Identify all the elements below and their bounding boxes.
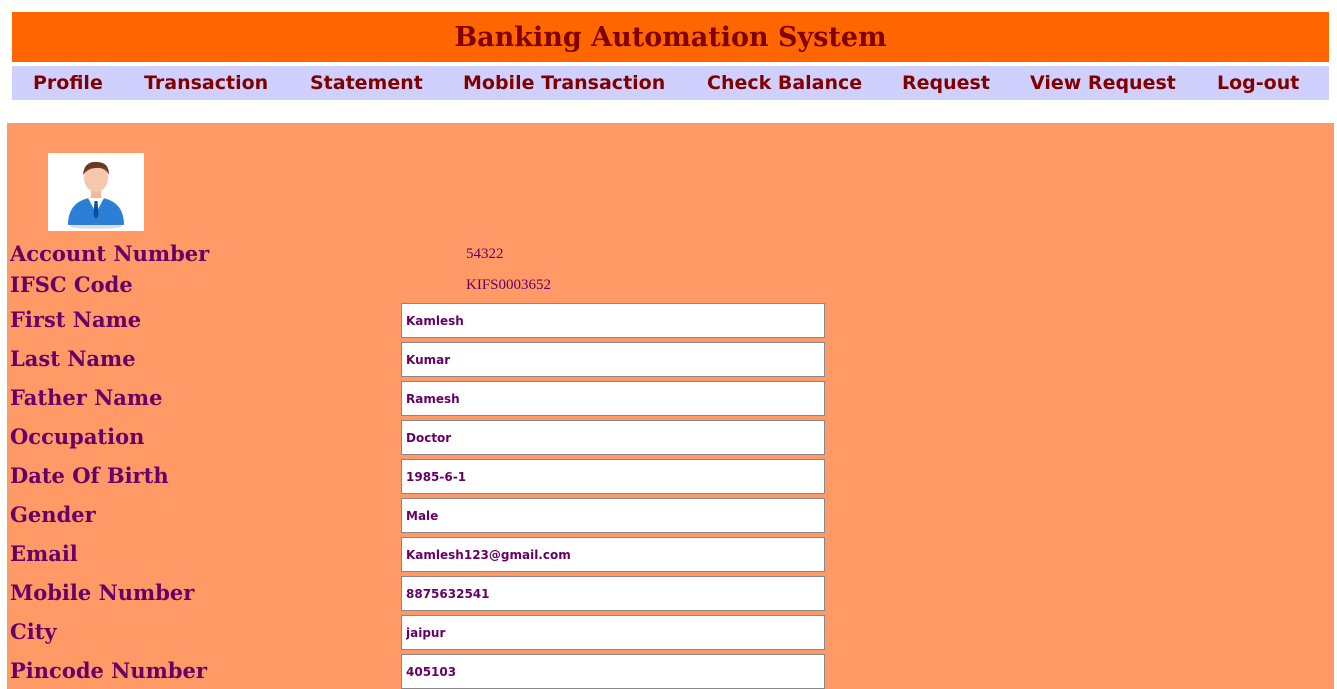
nav-item-statement[interactable]: Statement — [310, 66, 423, 100]
gender-label: Gender — [10, 502, 96, 527]
email-label: Email — [10, 541, 78, 566]
mobile-number-field[interactable] — [401, 576, 825, 611]
date-of-birth-field[interactable] — [401, 459, 825, 494]
nav-item-mobile-transaction[interactable]: Mobile Transaction — [463, 66, 665, 100]
pincode-number-label: Pincode Number — [10, 658, 207, 683]
account-number-value: 54322 — [466, 246, 504, 262]
first-name-label: First Name — [10, 307, 142, 332]
profile-panel: Account Number 54322 IFSC Code KIFS00036… — [7, 123, 1334, 689]
nav-item-view-request[interactable]: View Request — [1030, 66, 1176, 100]
date-of-birth-label: Date Of Birth — [10, 463, 169, 488]
gender-field[interactable] — [401, 498, 825, 533]
nav-item-request[interactable]: Request — [902, 66, 990, 100]
last-name-label: Last Name — [10, 346, 136, 371]
father-name-label: Father Name — [10, 385, 163, 410]
avatar — [48, 153, 144, 231]
last-name-field[interactable] — [401, 342, 825, 377]
app-header: Banking Automation System — [12, 12, 1329, 62]
first-name-field[interactable] — [401, 303, 825, 338]
city-label: City — [10, 619, 57, 644]
city-field[interactable] — [401, 615, 825, 650]
mobile-number-label: Mobile Number — [10, 580, 195, 605]
app-title: Banking Automation System — [454, 21, 887, 53]
account-number-label: Account Number — [10, 241, 210, 266]
nav-item-profile[interactable]: Profile — [33, 66, 103, 100]
nav-item-transaction[interactable]: Transaction — [144, 66, 268, 100]
pincode-number-field[interactable] — [401, 654, 825, 689]
ifsc-code-value: KIFS0003652 — [466, 277, 552, 293]
occupation-label: Occupation — [10, 424, 145, 449]
nav-bar: Profile Transaction Statement Mobile Tra… — [12, 66, 1329, 100]
nav-item-logout[interactable]: Log-out — [1217, 66, 1299, 100]
occupation-field[interactable] — [401, 420, 825, 455]
father-name-field[interactable] — [401, 381, 825, 416]
email-field[interactable] — [401, 537, 825, 572]
ifsc-code-label: IFSC Code — [10, 272, 133, 297]
nav-item-check-balance[interactable]: Check Balance — [707, 66, 862, 100]
user-avatar-icon — [68, 161, 124, 229]
